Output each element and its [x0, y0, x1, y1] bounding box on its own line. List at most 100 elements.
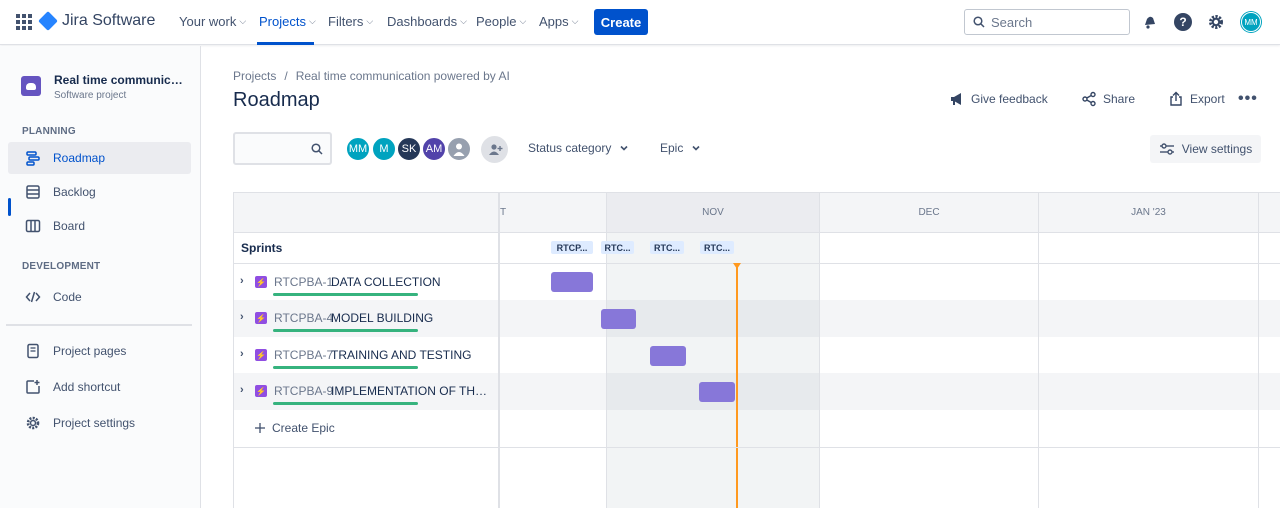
nav-label: Your work — [179, 14, 237, 29]
epic-row[interactable]: › ⚡ RTCPBA-4 MODEL BUILDING — [234, 300, 500, 337]
create-button[interactable]: Create — [594, 9, 648, 35]
search-icon — [973, 16, 985, 28]
chevron-right-icon[interactable]: › — [240, 311, 244, 323]
project-avatar-icon — [21, 76, 41, 96]
sprint-chip[interactable]: RTC... — [650, 241, 684, 254]
search-input[interactable]: Search — [964, 9, 1130, 35]
sprint-chip[interactable]: RTC... — [601, 241, 634, 254]
add-people-button[interactable] — [481, 136, 508, 163]
gear-icon — [25, 415, 41, 431]
project-name[interactable]: Real time communicati... — [54, 73, 186, 87]
today-marker-line — [736, 263, 738, 508]
megaphone-icon — [951, 93, 961, 105]
epic-title[interactable]: DATA COLLECTION — [331, 275, 491, 289]
avatar-filter-m[interactable]: M — [371, 136, 397, 162]
epic-title[interactable]: MODEL BUILDING — [331, 311, 491, 325]
sidebar-item-label: Roadmap — [53, 151, 106, 165]
epic-row[interactable]: › ⚡ RTCPBA-9 IMPLEMENTATION OF THE A... — [234, 373, 500, 410]
epic-progress-bar — [273, 329, 418, 332]
nav-filters[interactable]: Filters ⌵ — [328, 14, 373, 29]
roadmap-search-input[interactable] — [233, 132, 332, 165]
sidebar-item-project-settings[interactable]: Project settings — [8, 407, 191, 439]
add-person-icon — [488, 143, 502, 155]
export-button[interactable]: Export — [1168, 91, 1225, 107]
status-category-dropdown[interactable]: Status category — [528, 141, 629, 155]
nav-apps[interactable]: Apps ⌵ — [539, 14, 578, 29]
settings-gear-icon[interactable] — [1206, 12, 1226, 32]
sidebar-item-code[interactable]: Code — [8, 281, 191, 313]
epic-timeline-bar[interactable] — [551, 272, 593, 292]
give-feedback-button[interactable]: Give feedback — [949, 91, 1048, 107]
status-category-label: Status category — [528, 141, 612, 155]
nav-people[interactable]: People ⌵ — [476, 14, 526, 29]
plus-icon — [255, 423, 265, 433]
nav-projects[interactable]: Projects ⌵ — [259, 14, 316, 29]
sprint-chip[interactable]: RTC... — [700, 241, 734, 254]
chevron-down-icon: ⌵ — [519, 16, 527, 26]
notifications-icon[interactable] — [1140, 12, 1160, 32]
epic-title[interactable]: TRAINING AND TESTING — [331, 348, 491, 362]
month-column — [607, 233, 820, 508]
page-icon — [25, 343, 41, 359]
month-column — [1039, 233, 1259, 508]
today-marker-cap — [733, 263, 741, 269]
epic-lightning-icon: ⚡ — [255, 276, 267, 288]
epic-key[interactable]: RTCPBA-7 — [274, 348, 333, 362]
avatar-filter-mm[interactable]: MM — [345, 136, 371, 162]
epic-label: Epic — [660, 141, 684, 155]
avatar-filter-unassigned[interactable] — [446, 136, 472, 162]
sidebar-item-board[interactable]: Board — [8, 210, 191, 242]
breadcrumb-projects[interactable]: Projects — [233, 69, 276, 83]
month-column — [820, 233, 1039, 508]
user-avatar[interactable]: MM — [1241, 12, 1261, 32]
more-actions-icon[interactable]: ••• — [1238, 90, 1258, 108]
sidebar-item-add-shortcut[interactable]: Add shortcut — [8, 371, 191, 403]
nav-dashboards[interactable]: Dashboards ⌵ — [387, 14, 467, 29]
avatar-filter-am[interactable]: AM — [421, 136, 447, 162]
sidebar-item-label: Backlog — [53, 185, 96, 199]
sidebar-item-roadmap[interactable]: Roadmap — [8, 142, 191, 174]
epic-title[interactable]: IMPLEMENTATION OF THE A... — [331, 384, 488, 398]
epic-timeline-bar[interactable] — [601, 309, 636, 329]
search-icon — [311, 143, 323, 155]
sprints-label: Sprints — [241, 241, 283, 255]
sprint-chip[interactable]: RTCP... — [551, 241, 593, 254]
breadcrumb-project[interactable]: Real time communication powered by AI — [296, 69, 510, 83]
app-switcher-icon[interactable] — [16, 14, 32, 30]
epic-timeline-bar[interactable] — [699, 382, 735, 402]
epic-key[interactable]: RTCPBA-4 — [274, 311, 333, 325]
epic-lightning-icon: ⚡ — [255, 385, 267, 397]
chevron-down-icon — [620, 145, 628, 151]
share-icon — [1082, 91, 1096, 107]
sidebar-item-backlog[interactable]: Backlog — [8, 176, 191, 208]
project-sidebar: Real time communicati... Software projec… — [0, 46, 201, 508]
epic-lightning-icon: ⚡ — [255, 312, 267, 324]
code-icon — [25, 289, 41, 305]
create-epic-button[interactable]: Create Epic — [254, 421, 335, 435]
share-button[interactable]: Share — [1081, 91, 1135, 107]
nav-active-indicator — [257, 42, 314, 45]
view-settings-label: View settings — [1181, 142, 1253, 156]
view-settings-button[interactable]: View settings — [1150, 135, 1261, 163]
chevron-right-icon[interactable]: › — [240, 384, 244, 396]
top-navigation: Jira Software Your work ⌵ Projects ⌵ Filte… — [0, 0, 1280, 45]
month-label: DEC — [918, 207, 940, 218]
nav-your-work[interactable]: Your work ⌵ — [179, 14, 246, 29]
epic-dropdown[interactable]: Epic — [660, 141, 701, 155]
chevron-right-icon[interactable]: › — [240, 348, 244, 360]
epic-key[interactable]: RTCPBA-9 — [274, 384, 333, 398]
epic-row[interactable]: › ⚡ RTCPBA-1 DATA COLLECTION — [234, 264, 500, 301]
project-type: Software project — [54, 90, 127, 101]
jira-logo[interactable]: Jira Software — [38, 11, 155, 31]
epic-row[interactable]: › ⚡ RTCPBA-7 TRAINING AND TESTING — [234, 337, 500, 374]
give-feedback-label: Give feedback — [971, 92, 1048, 106]
sidebar-item-project-pages[interactable]: Project pages — [8, 335, 191, 367]
avatar-filter-sk[interactable]: SK — [396, 136, 422, 162]
epic-timeline-bar[interactable] — [650, 346, 686, 366]
epic-key[interactable]: RTCPBA-1 — [274, 275, 333, 289]
help-icon[interactable]: ? — [1173, 12, 1193, 32]
chevron-right-icon[interactable]: › — [240, 275, 244, 287]
epic-progress-bar — [273, 366, 418, 369]
month-label: NOV — [702, 207, 724, 218]
planning-section-label: PLANNING — [22, 126, 76, 137]
